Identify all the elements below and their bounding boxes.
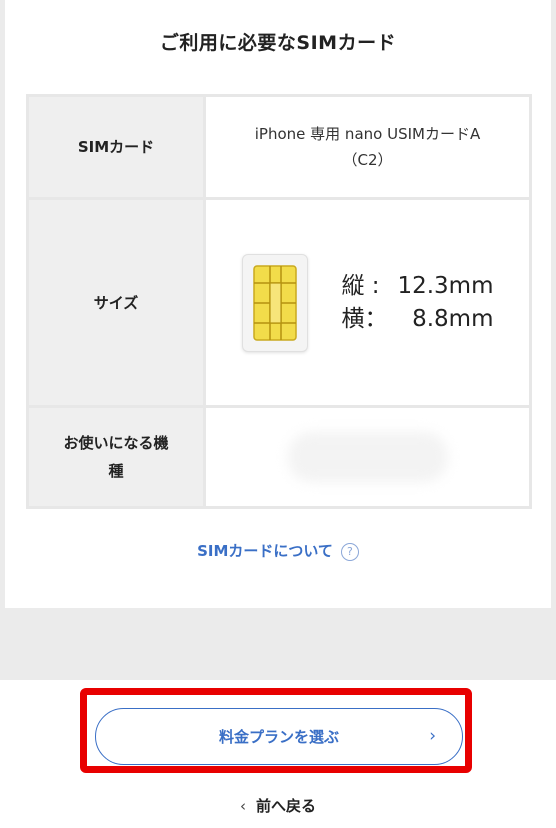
device-label-line1: お使いになる機 <box>63 434 169 452</box>
height-label: 縦 : <box>341 272 380 299</box>
chevron-right-icon: › <box>429 726 436 746</box>
sim-spec-table: SIMカード iPhone 専用 nano USIMカードA （C2） サイズ <box>26 94 532 509</box>
back-label: 前へ戻る <box>255 797 316 815</box>
section-title: ご利用に必要なSIMカード <box>159 32 397 54</box>
sim-card-about-link[interactable]: SIMカードについて? <box>0 540 556 561</box>
height-value: 12.3mm <box>397 272 494 299</box>
row-label-size: サイズ <box>26 197 206 408</box>
chevron-left-icon: ‹ <box>239 797 246 815</box>
sim-card-about-label: SIMカードについて <box>197 542 333 560</box>
help-circle-icon[interactable]: ? <box>340 543 359 561</box>
device-name-blurred <box>287 432 448 482</box>
row-value-device <box>203 405 532 509</box>
row-label-device: お使いになる機 種 <box>26 405 206 509</box>
sim-card-name: iPhone 専用 nano USIMカードA <box>254 125 481 143</box>
table-row-device: お使いになる機 種 <box>26 405 532 509</box>
row-value-sim-card: iPhone 専用 nano USIMカードA （C2） <box>203 94 532 200</box>
table-row-size: サイズ 縦: 12.3mm 横： 8.8mm <box>26 197 532 408</box>
choose-plan-button[interactable]: 料金プランを選ぶ › <box>95 708 463 765</box>
width-value: 8.8mm <box>412 305 494 332</box>
sim-dimensions: 縦 : 12.3mm 横： 8.8mm <box>342 270 494 336</box>
choose-plan-label: 料金プランを選ぶ <box>218 728 339 746</box>
width-label: 横： <box>341 305 388 332</box>
sim-card-type: （C2） <box>342 151 393 169</box>
device-label-line2: 種 <box>108 462 124 480</box>
row-label-sim-card: SIMカード <box>26 94 206 200</box>
sim-card-icon <box>241 253 308 352</box>
table-row-sim-card: SIMカード iPhone 専用 nano USIMカードA （C2） <box>26 94 532 200</box>
back-link[interactable]: ‹ 前へ戻る <box>0 795 556 816</box>
row-value-size: 縦 : 12.3mm 横： 8.8mm <box>203 197 532 408</box>
